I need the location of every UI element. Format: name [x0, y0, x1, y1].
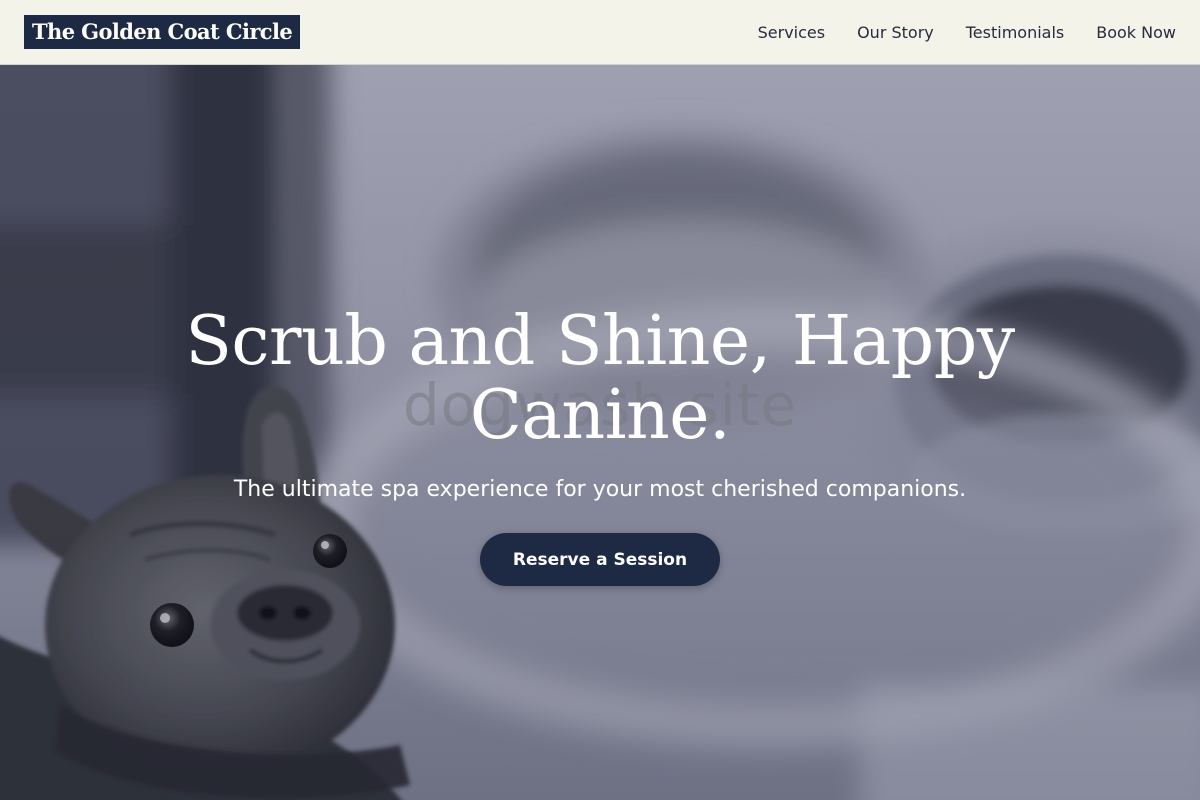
nav-link-book-now[interactable]: Book Now [1096, 23, 1176, 42]
reserve-session-button[interactable]: Reserve a Session [480, 533, 720, 586]
nav-link-services[interactable]: Services [758, 23, 825, 42]
nav-link-testimonials[interactable]: Testimonials [966, 23, 1065, 42]
site-header: The Golden Coat Circle Services Our Stor… [0, 0, 1200, 65]
site-logo[interactable]: The Golden Coat Circle [24, 15, 301, 49]
main-nav: Services Our Story Testimonials Book Now [726, 23, 1176, 42]
hero-headline: Scrub and Shine, Happy Canine. [150, 305, 1050, 453]
hero-headline-line-1: Scrub and Shine, Happy [185, 302, 1015, 381]
hero-headline-line-2: Canine. [469, 376, 731, 455]
hero-section: dogwash site Scrub and Shine, Happy Cani… [0, 65, 1200, 800]
hero-subheadline: The ultimate spa experience for your mos… [233, 477, 967, 502]
nav-link-our-story[interactable]: Our Story [857, 23, 934, 42]
